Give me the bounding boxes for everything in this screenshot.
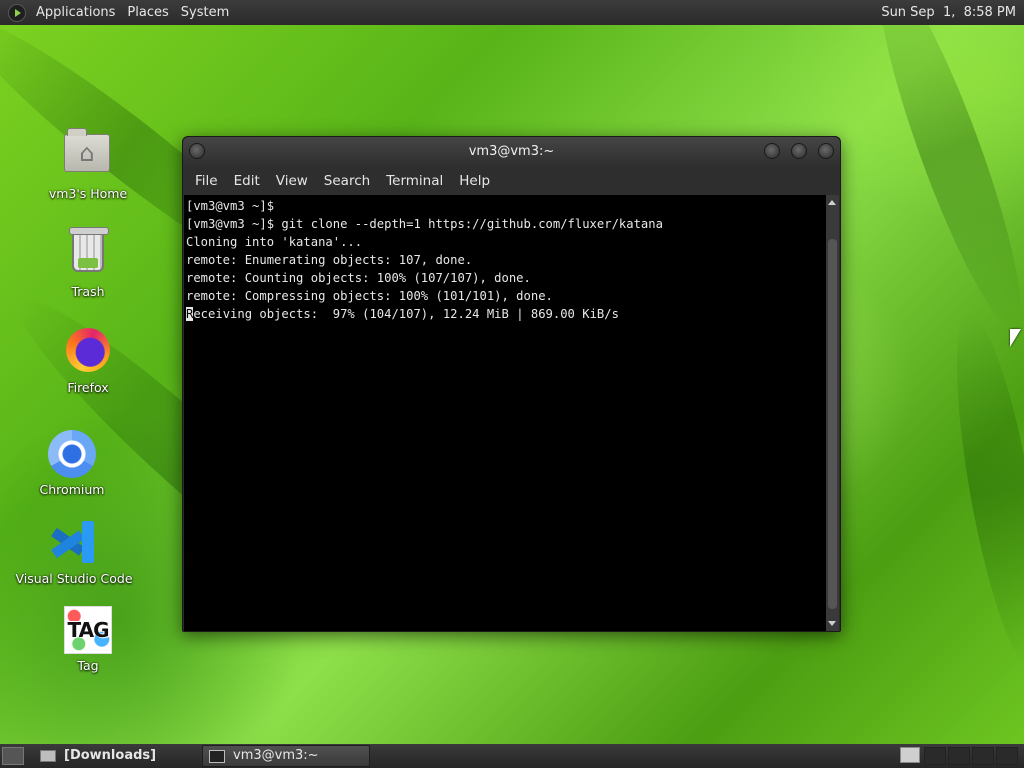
terminal-line: Cloning into 'katana'... (186, 235, 363, 249)
workspace-3[interactable] (948, 747, 970, 765)
scroll-down-icon[interactable] (828, 621, 836, 626)
bottom-panel: [Downloads] vm3@vm3:~ (0, 744, 1024, 768)
desktop-icon-label: vm3's Home (48, 186, 128, 201)
taskbar-label: vm3@vm3:~ (233, 748, 319, 763)
wallpaper-leaf (939, 307, 1024, 673)
scroll-up-icon[interactable] (828, 200, 836, 205)
taskbar-item-downloads[interactable]: [Downloads] (34, 745, 200, 767)
clock[interactable]: Sun Sep 1, 8:58 PM (877, 0, 1020, 25)
close-button[interactable] (818, 143, 834, 159)
chromium-icon (48, 430, 96, 478)
desktop-icon-trash[interactable]: Trash (23, 227, 153, 299)
terminal-line: [vm3@vm3 ~]$ (186, 199, 275, 213)
menu-terminal[interactable]: Terminal (378, 167, 451, 195)
mouse-pointer-icon (1010, 329, 1021, 347)
terminal-output[interactable]: [vm3@vm3 ~]$ [vm3@vm3 ~]$ git clone --de… (184, 195, 826, 631)
menu-system[interactable]: System (175, 0, 235, 25)
desktop-icon-label: Trash (71, 284, 105, 299)
distro-logo-icon[interactable] (8, 3, 26, 22)
vscode-icon (50, 519, 98, 567)
firefox-icon (64, 328, 112, 376)
menu-file[interactable]: File (187, 167, 226, 195)
terminal-line: [vm3@vm3 ~]$ git clone --depth=1 https:/… (186, 217, 663, 231)
menu-places[interactable]: Places (121, 0, 174, 25)
top-menu: Applications Places System (30, 0, 235, 25)
folder-icon (40, 750, 56, 762)
terminal-menubar: File Edit View Search Terminal Help (183, 167, 840, 195)
desktop-icon-label: Tag (77, 658, 99, 673)
desktop-icon-home[interactable]: vm3's Home (23, 128, 153, 201)
scrollbar-thumb[interactable] (828, 239, 837, 609)
desktop-icon-chromium[interactable]: Chromium (7, 430, 137, 497)
desktop-icon-tag[interactable]: TAG Tag (23, 606, 153, 673)
terminal-line: remote: Enumerating objects: 107, done. (186, 253, 473, 267)
terminal-progress-line: eceiving objects: 97% (104/107), 12.24 M… (193, 307, 619, 321)
menu-help[interactable]: Help (451, 167, 498, 195)
tag-icon: TAG (64, 606, 112, 654)
home-folder-icon (64, 128, 112, 182)
workspace-4[interactable] (972, 747, 994, 765)
show-desktop-button[interactable] (2, 747, 24, 765)
workspace-5[interactable] (996, 747, 1018, 765)
terminal-icon (209, 749, 225, 763)
terminal-line: remote: Counting objects: 100% (107/107)… (186, 271, 531, 285)
desktop-icon-firefox[interactable]: Firefox (23, 326, 153, 395)
desktop-icon-label: Visual Studio Code (15, 571, 133, 586)
menu-view[interactable]: View (268, 167, 316, 195)
taskbar-item-terminal[interactable]: vm3@vm3:~ (202, 745, 370, 767)
desktop-icon-label: Firefox (67, 380, 109, 395)
desktop-icon-label: Chromium (39, 482, 105, 497)
desktop-icon-vscode[interactable]: Visual Studio Code (9, 519, 139, 586)
workspace-switcher[interactable] (900, 747, 920, 763)
taskbar-label: [Downloads] (64, 748, 157, 763)
wallpaper-leaf (856, 0, 1024, 339)
minimize-button[interactable] (764, 143, 780, 159)
terminal-window[interactable]: vm3@vm3:~ File Edit View Search Terminal… (182, 136, 841, 632)
terminal-scrollbar[interactable] (826, 195, 839, 631)
terminal-line: remote: Compressing objects: 100% (101/1… (186, 289, 553, 303)
window-title: vm3@vm3:~ (468, 144, 555, 159)
workspace-2[interactable] (924, 747, 946, 765)
maximize-button[interactable] (791, 143, 807, 159)
trash-icon (64, 227, 112, 280)
menu-applications[interactable]: Applications (30, 0, 121, 25)
window-titlebar[interactable]: vm3@vm3:~ (183, 137, 840, 167)
menu-search[interactable]: Search (316, 167, 378, 195)
menu-edit[interactable]: Edit (226, 167, 268, 195)
top-panel: Applications Places System Sun Sep 1, 8:… (0, 0, 1024, 25)
